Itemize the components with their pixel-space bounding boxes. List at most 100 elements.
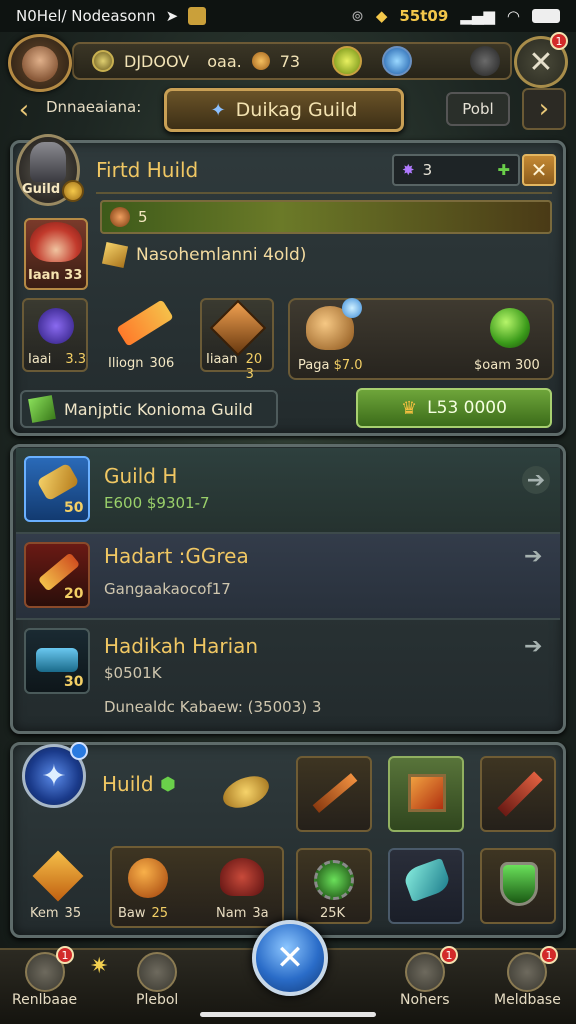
amber-gem-icon <box>32 850 84 902</box>
green-plus-icon[interactable]: ✚ <box>497 161 510 179</box>
inventory-slot-mine[interactable]: 25K <box>296 848 372 924</box>
notification-badge: 1 <box>540 946 558 964</box>
item-orb-label: $oam 300 <box>474 358 540 373</box>
bottom-nav-item[interactable]: Plebol <box>136 952 178 1008</box>
green-orb-icon[interactable] <box>332 46 362 76</box>
orange-pot-icon <box>128 858 168 898</box>
join-guild-row[interactable]: Manjptic Konioma Guild <box>20 390 278 428</box>
nav-next-button[interactable]: › <box>522 88 566 130</box>
list-item-title: Guild H <box>104 464 178 488</box>
teal-crystal-icon <box>401 857 453 903</box>
amber-shield-icon <box>209 299 267 357</box>
close-icon: ✕ <box>528 44 554 80</box>
list-item[interactable]: 20 Hadart :GGrea Gangaakaocof17 ➔ <box>16 534 560 620</box>
arrow-right-icon[interactable]: ➔ <box>524 634 542 659</box>
emblem-indicator-icon <box>70 742 88 760</box>
item-slot-2[interactable]: Iliogn 306 <box>104 298 190 372</box>
resource-label: DJDOOV <box>124 51 190 71</box>
list-item-subtitle: E600 $9301-7 <box>104 494 210 512</box>
dark-orb-icon[interactable] <box>470 46 500 76</box>
center-action-button[interactable]: ✕ <box>252 920 328 996</box>
item-value: 3.3 <box>65 352 87 367</box>
guild-name: Nasohemlanni 4old) <box>136 245 307 265</box>
guild-title: Firtd Huild <box>96 158 199 182</box>
orange-dagger-icon <box>312 773 358 813</box>
item-label: Iaai <box>28 352 52 367</box>
item-label: Iiaan <box>206 352 238 367</box>
guild-xp-bar: 5 <box>100 200 552 234</box>
gold-coin-icon <box>251 52 270 70</box>
inventory-slot-amber[interactable]: Kem 35 <box>30 850 96 922</box>
list-item[interactable]: 30 Hadikah Harian $0501K Dunealdc Kabaew… <box>16 620 560 728</box>
level-label: 30 <box>64 674 84 690</box>
inventory-slot-crystal[interactable] <box>388 848 464 924</box>
gem-count: 3 <box>422 161 433 179</box>
notification-badge: 1 <box>56 946 74 964</box>
blue-crystal-icon[interactable] <box>382 46 412 76</box>
notification-badge: 1 <box>440 946 458 964</box>
player-avatar <box>22 46 58 82</box>
list-item-title: Hadikah Harian <box>104 634 259 658</box>
arrow-right-icon[interactable]: ➔ <box>522 466 550 494</box>
close-icon: ✕ <box>530 158 548 182</box>
bottom-nav-label: Renlbaae <box>12 992 78 1008</box>
level-label: 50 <box>64 500 84 516</box>
item-label: Iliogn <box>108 356 144 371</box>
inventory-slot-pots[interactable]: Baw 25 Nam 3a <box>110 846 284 928</box>
wifi-icon: ◠ <box>506 7 520 25</box>
bottom-nav-label: Nohers <box>400 992 450 1008</box>
bronze-orb-icon <box>110 207 130 227</box>
inventory-slot-crate[interactable] <box>388 756 464 832</box>
level-label: 20 <box>64 586 84 602</box>
red-sword-icon <box>497 771 543 817</box>
buy-button[interactable]: ♛ L53 0000 <box>356 388 552 428</box>
scroll-icon <box>137 952 178 992</box>
blue-mace-icon <box>38 308 74 344</box>
sparkle-icon: ✷ <box>90 954 109 979</box>
guild-emblem-label: Guild <box>22 182 61 197</box>
item-slot-3[interactable]: Iiaan 20 3 <box>200 298 274 382</box>
divider <box>96 192 552 194</box>
shield-icon <box>92 50 114 72</box>
guild-emblem-coin-icon <box>62 180 84 202</box>
list-item[interactable]: 50 Guild H E600 $9301-7 ➔ <box>16 448 560 534</box>
resource-amount: 73 <box>279 51 301 71</box>
green-orb-icon <box>490 308 530 348</box>
inventory-slot-sword[interactable] <box>480 756 556 832</box>
carrier-text: N0Hel/ Nodeasonn <box>16 7 156 25</box>
hero-label: Iaan 33 <box>28 268 83 283</box>
spiked-orb-icon <box>314 860 354 900</box>
list-item-subtitle: $0501K <box>104 664 162 682</box>
inventory-slot-caption: Nam 3a <box>216 906 269 921</box>
location-icon: ⊚ <box>351 7 364 25</box>
nav-right-button[interactable]: Pobl <box>446 92 510 126</box>
status-coin-count: 55t09 <box>399 7 449 25</box>
signal-icon: ▂▄▆ <box>460 7 495 25</box>
gem-close-button[interactable]: ✕ <box>522 154 556 186</box>
signal-arrow-icon: ➤ <box>165 7 179 25</box>
guild-name-row: Nasohemlanni 4old) <box>101 241 307 269</box>
resource-amount-label: oaa. <box>207 51 242 71</box>
bottom-nav-label: Plebol <box>136 992 179 1008</box>
home-indicator <box>200 1012 376 1017</box>
close-icon: ✕ <box>275 938 305 978</box>
item-value: 306 <box>149 356 175 371</box>
status-bar: N0Hel/ Nodeasonn ➤ ⊚ ◆ 55t09 ▂▄▆ ◠ <box>0 0 576 32</box>
inventory-slot-dagger[interactable] <box>296 756 372 832</box>
chevron-left-icon: ‹ <box>18 95 30 125</box>
green-shield-icon <box>500 862 538 906</box>
page-title: Duikag Guild <box>235 99 358 121</box>
inventory-slot-caption: Kem 35 <box>30 906 82 921</box>
inventory-slot-shield[interactable] <box>480 848 556 924</box>
item-slot-1[interactable]: Iaai 3.3 <box>22 298 88 372</box>
green-cube-icon <box>28 395 56 423</box>
resource-bar: DJDOOV oaa. 73 <box>72 42 512 80</box>
arrow-right-icon[interactable]: ➔ <box>524 544 542 569</box>
gold-cube-icon <box>101 241 129 269</box>
nav-left-label[interactable]: Dnnaeaiana: <box>46 98 141 116</box>
list-item-title: Hadart :GGrea <box>104 544 249 568</box>
star-compass-icon: ✦ <box>210 99 226 121</box>
fire-scroll-icon <box>116 299 174 347</box>
red-helmet-icon <box>220 858 264 896</box>
nav-back-button[interactable]: ‹ <box>6 92 42 128</box>
